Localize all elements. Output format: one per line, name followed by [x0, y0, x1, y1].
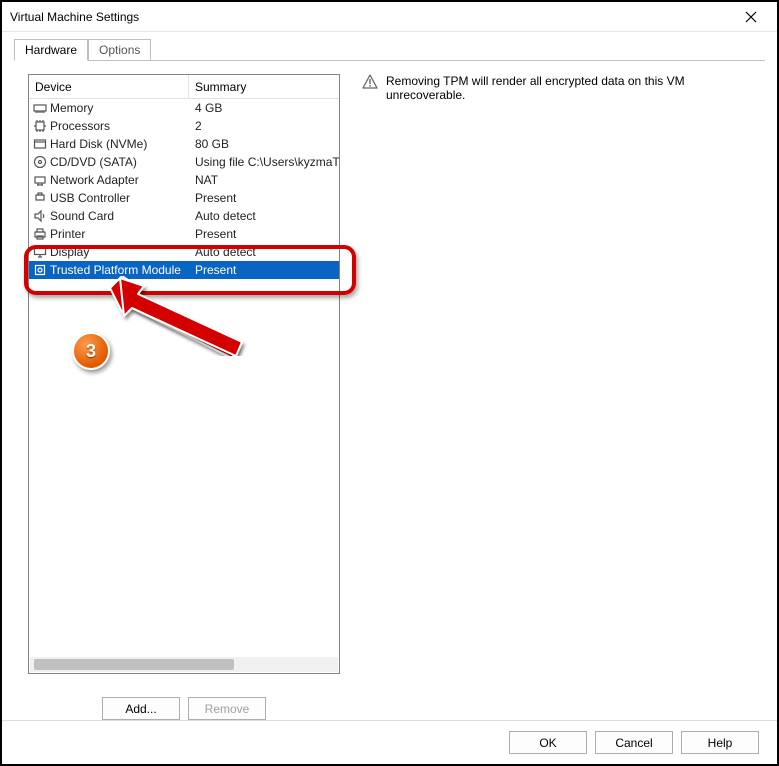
memory-icon: [32, 100, 48, 116]
display-icon: [32, 244, 48, 260]
titlebar: Virtual Machine Settings: [2, 2, 777, 32]
device-label: Display: [50, 245, 189, 259]
add-button[interactable]: Add...: [102, 697, 180, 720]
device-label: Printer: [50, 227, 189, 241]
left-pane: Device Summary Memory4 GBProcessors2Hard…: [14, 60, 354, 718]
device-list[interactable]: Device Summary Memory4 GBProcessors2Hard…: [28, 74, 340, 674]
cd-icon: [32, 154, 48, 170]
device-row-memory[interactable]: Memory4 GB: [29, 99, 339, 117]
sound-icon: [32, 208, 48, 224]
device-row-cpu[interactable]: Processors2: [29, 117, 339, 135]
remove-button[interactable]: Remove: [188, 697, 266, 720]
scrollbar-thumb[interactable]: [34, 659, 234, 670]
device-row-printer[interactable]: PrinterPresent: [29, 225, 339, 243]
device-label: Processors: [50, 119, 189, 133]
device-row-disk[interactable]: Hard Disk (NVMe)80 GB: [29, 135, 339, 153]
tab-options[interactable]: Options: [88, 39, 151, 60]
column-summary[interactable]: Summary: [189, 75, 339, 98]
window-title: Virtual Machine Settings: [10, 10, 733, 24]
horizontal-scrollbar[interactable]: [30, 657, 338, 672]
device-summary: NAT: [189, 173, 339, 187]
tabs: Hardware Options: [14, 38, 777, 60]
device-row-tpm[interactable]: Trusted Platform ModulePresent: [29, 261, 339, 279]
device-label: USB Controller: [50, 191, 189, 205]
device-summary: Auto detect: [189, 209, 339, 223]
device-summary: 4 GB: [189, 101, 339, 115]
right-pane: Removing TPM will render all encrypted d…: [354, 60, 765, 718]
device-summary: Auto detect: [189, 245, 339, 259]
device-row-usb[interactable]: USB ControllerPresent: [29, 189, 339, 207]
device-label: Hard Disk (NVMe): [50, 137, 189, 151]
device-summary: 80 GB: [189, 137, 339, 151]
device-label: Memory: [50, 101, 189, 115]
close-icon: [745, 11, 757, 23]
tpm-icon: [32, 262, 48, 278]
device-list-header: Device Summary: [29, 75, 339, 99]
content-area: Device Summary Memory4 GBProcessors2Hard…: [14, 60, 765, 718]
device-label: CD/DVD (SATA): [50, 155, 189, 169]
warning-message: Removing TPM will render all encrypted d…: [362, 74, 757, 102]
device-row-display[interactable]: DisplayAuto detect: [29, 243, 339, 261]
usb-icon: [32, 190, 48, 206]
printer-icon: [32, 226, 48, 242]
device-buttons: Add... Remove: [14, 689, 354, 720]
warning-icon: [362, 74, 378, 90]
close-button[interactable]: [733, 5, 769, 29]
device-summary: 2: [189, 119, 339, 133]
device-row-cd[interactable]: CD/DVD (SATA)Using file C:\Users\kyzmaT: [29, 153, 339, 171]
device-summary: Present: [189, 263, 339, 277]
net-icon: [32, 172, 48, 188]
device-summary: Present: [189, 227, 339, 241]
device-row-sound[interactable]: Sound CardAuto detect: [29, 207, 339, 225]
device-row-net[interactable]: Network AdapterNAT: [29, 171, 339, 189]
device-label: Network Adapter: [50, 173, 189, 187]
tab-hardware[interactable]: Hardware: [14, 39, 88, 61]
help-button[interactable]: Help: [681, 731, 759, 754]
device-summary: Using file C:\Users\kyzmaT: [189, 155, 339, 169]
ok-button[interactable]: OK: [509, 731, 587, 754]
warning-text: Removing TPM will render all encrypted d…: [386, 74, 757, 102]
cancel-button[interactable]: Cancel: [595, 731, 673, 754]
cpu-icon: [32, 118, 48, 134]
device-label: Sound Card: [50, 209, 189, 223]
device-summary: Present: [189, 191, 339, 205]
device-rows: Memory4 GBProcessors2Hard Disk (NVMe)80 …: [29, 99, 339, 279]
device-label: Trusted Platform Module: [50, 263, 189, 277]
disk-icon: [32, 136, 48, 152]
dialog-button-bar: OK Cancel Help: [2, 720, 777, 764]
column-device[interactable]: Device: [29, 75, 189, 98]
